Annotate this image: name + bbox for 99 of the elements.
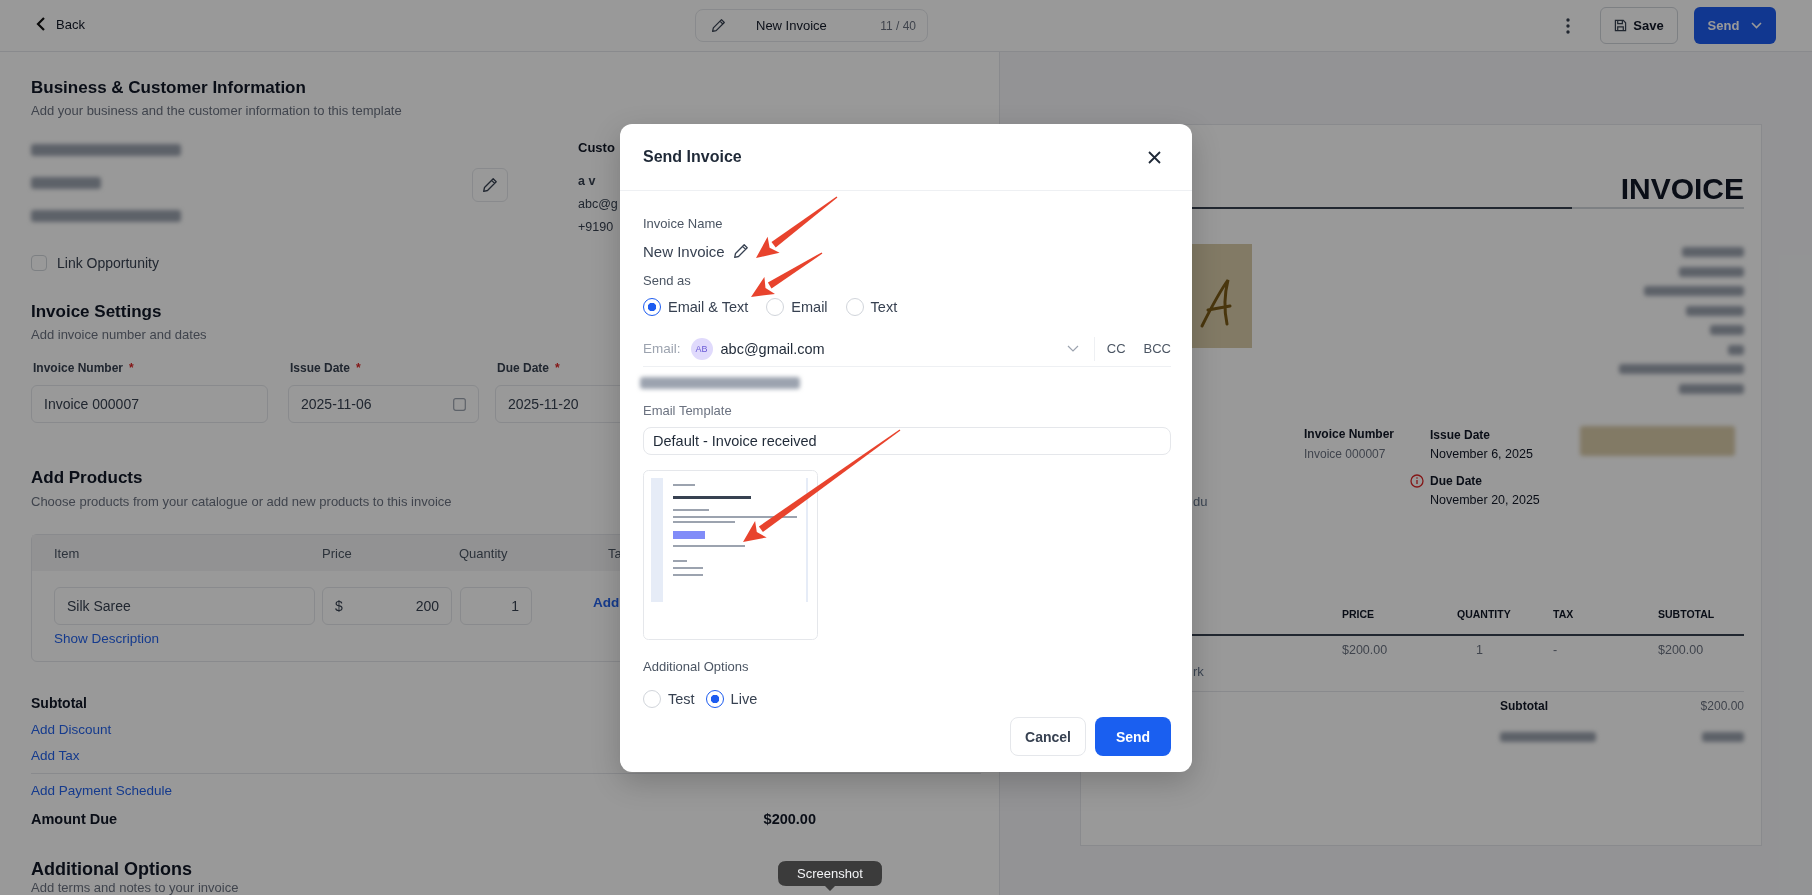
radio-option[interactable]: Email & Text bbox=[643, 297, 749, 317]
chevron-left-icon bbox=[36, 16, 46, 32]
due-date: November 20, 2025 bbox=[1430, 492, 1540, 509]
field-label: Issue Date * bbox=[289, 360, 361, 376]
section-subtitle: Add your business and the customer information to this template bbox=[31, 102, 402, 120]
column-header: Quantity bbox=[459, 545, 509, 561]
back-link[interactable]: Back bbox=[36, 16, 85, 32]
info-icon bbox=[1410, 474, 1424, 489]
radio-option[interactable]: Test bbox=[643, 689, 695, 709]
field-label: Invoice Name bbox=[643, 216, 723, 232]
checkbox[interactable] bbox=[31, 255, 47, 271]
recipient-email: abc@gmail.com bbox=[720, 340, 825, 357]
price-field[interactable]: $ 200 bbox=[322, 587, 452, 625]
pencil-icon bbox=[482, 177, 498, 193]
table-cell-text: - bbox=[1553, 641, 1559, 658]
blurred-text bbox=[1702, 731, 1744, 742]
subtotal-label: Subtotal bbox=[1500, 697, 1548, 714]
cancel-button[interactable]: Cancel bbox=[1010, 717, 1086, 756]
text-field[interactable]: Invoice 000007 bbox=[31, 385, 268, 423]
field-label: Send as bbox=[643, 273, 691, 289]
more-options-icon[interactable] bbox=[1566, 17, 1570, 34]
close-icon[interactable] bbox=[1148, 150, 1161, 164]
blurred-text bbox=[1686, 305, 1744, 316]
column-header: QUANTITY bbox=[1457, 606, 1512, 622]
subtotal-label: Subtotal bbox=[31, 694, 87, 712]
customer-phone: +9190 bbox=[578, 219, 614, 236]
edit-button[interactable] bbox=[472, 168, 508, 202]
blurred-text bbox=[1710, 325, 1744, 335]
invoice-name: New Invoice bbox=[643, 242, 725, 260]
section-title: Add Products bbox=[31, 467, 143, 489]
avatar: AB bbox=[690, 337, 713, 360]
send-button[interactable]: Send bbox=[1694, 7, 1776, 44]
invoice-heading: INVOICE bbox=[1620, 171, 1744, 207]
field-label: Email: bbox=[643, 341, 681, 356]
invoice-number: Invoice 000007 bbox=[1304, 445, 1386, 462]
section-subtitle: Choose products from your catalogue or add new products to this invoice bbox=[31, 493, 452, 511]
item-description: rk bbox=[1192, 663, 1204, 680]
field-label: Issue Date bbox=[1430, 426, 1491, 443]
field-label: Due Date bbox=[1430, 473, 1482, 490]
customer-email: abc@g bbox=[578, 196, 618, 213]
title-field[interactable]: New Invoice 11 / 40 bbox=[695, 9, 928, 42]
section-title: Additional Options bbox=[31, 858, 192, 880]
column-header: TAX bbox=[1553, 606, 1575, 622]
field-label: Due Date * bbox=[496, 360, 560, 376]
blurred-text bbox=[1682, 247, 1744, 257]
section-subtitle: Add invoice number and dates bbox=[31, 326, 207, 344]
blurred-text bbox=[1728, 344, 1744, 355]
field-label: Invoice Number * bbox=[32, 360, 134, 376]
section-title: Business & Customer Information bbox=[31, 77, 306, 99]
blurred-text bbox=[1679, 383, 1744, 394]
send-button[interactable]: Send bbox=[1095, 717, 1171, 756]
radio-button[interactable] bbox=[705, 690, 724, 708]
document-title: New Invoice bbox=[756, 18, 827, 33]
amount-due-value: $200.00 bbox=[763, 810, 816, 828]
item-field[interactable]: Silk Saree bbox=[54, 587, 315, 625]
date-field[interactable]: 2025-11-06 bbox=[288, 385, 479, 423]
link[interactable]: Add Tax bbox=[31, 747, 80, 765]
column-header: Item bbox=[54, 545, 81, 561]
customer-name: a v bbox=[578, 173, 596, 190]
price-value: 200 bbox=[415, 598, 439, 614]
issue-date: November 6, 2025 bbox=[1430, 445, 1533, 462]
customer-text: du bbox=[1192, 493, 1208, 510]
template-select[interactable]: Default - Invoice received bbox=[643, 427, 1171, 455]
column-header: SUBTOTAL bbox=[1658, 606, 1716, 622]
add-tax-link[interactable]: Add bbox=[593, 595, 620, 625]
show-description-link[interactable]: Show Description bbox=[54, 631, 160, 647]
field-label: Additional Options bbox=[643, 659, 749, 675]
character-counter: 11 / 40 bbox=[880, 18, 916, 33]
radio-option[interactable]: Email bbox=[766, 297, 828, 317]
radio-option[interactable]: Text bbox=[845, 297, 898, 317]
column-header: Price bbox=[322, 545, 353, 561]
pencil-icon bbox=[711, 18, 726, 33]
table-cell-text: $200.00 bbox=[1342, 641, 1389, 658]
chevron-down-icon[interactable] bbox=[1066, 345, 1079, 352]
annotation-arrow bbox=[751, 252, 823, 297]
save-button[interactable]: Save bbox=[1600, 7, 1678, 44]
section-subtitle: Add terms and notes to your invoice bbox=[31, 881, 239, 895]
link[interactable]: Add Discount bbox=[31, 721, 112, 739]
chevron-down-icon bbox=[1751, 22, 1763, 29]
field-label: Invoice Number bbox=[1304, 425, 1395, 442]
table-cell-text: 1 bbox=[1475, 641, 1484, 658]
column-header: PRICE bbox=[1342, 606, 1376, 622]
bcc-link[interactable]: BCC bbox=[1143, 341, 1171, 356]
checkbox-label: Link Opportunity bbox=[57, 255, 159, 271]
table-cell-text: $200.00 bbox=[1658, 641, 1705, 658]
blurred-text bbox=[1679, 266, 1744, 277]
customer-heading: Custo bbox=[578, 139, 615, 157]
dialog-title: Send Invoice bbox=[643, 148, 742, 166]
radio-option[interactable]: Live bbox=[705, 689, 758, 709]
section-title: Invoice Settings bbox=[31, 301, 162, 323]
cc-link[interactable]: CC bbox=[1106, 341, 1126, 356]
amount-due-label: Amount Due bbox=[31, 810, 118, 828]
currency-symbol: $ bbox=[335, 598, 343, 614]
blurred-text bbox=[31, 177, 101, 189]
subtotal-value: $200.00 bbox=[1700, 697, 1744, 714]
radio-button[interactable] bbox=[643, 298, 661, 316]
pencil-icon[interactable] bbox=[732, 243, 749, 259]
payment-schedule-link[interactable]: Add Payment Schedule bbox=[31, 782, 173, 800]
quantity-field[interactable]: 1 bbox=[460, 587, 532, 625]
